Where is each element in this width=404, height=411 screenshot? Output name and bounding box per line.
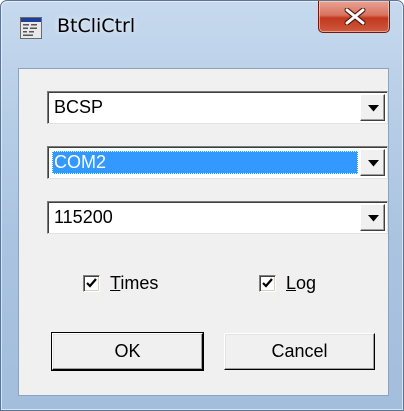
port-value: COM2 bbox=[52, 151, 358, 174]
chevron-down-icon bbox=[368, 160, 379, 167]
protocol-select[interactable]: BCSP bbox=[47, 91, 388, 124]
checkmark-icon bbox=[262, 278, 273, 288]
log-checkbox-box[interactable] bbox=[259, 275, 276, 292]
baud-rate-value: 115200 bbox=[54, 207, 113, 227]
times-checkbox[interactable]: Times bbox=[83, 273, 203, 295]
port-dropdown-button[interactable] bbox=[360, 149, 385, 176]
close-button[interactable] bbox=[318, 1, 390, 33]
dialog-client-area: BCSP COM2 115200 Times Log OK Cancel bbox=[18, 68, 389, 396]
log-checkbox[interactable]: Log bbox=[259, 273, 359, 295]
checkmark-icon bbox=[86, 278, 97, 288]
times-checkbox-box[interactable] bbox=[83, 275, 100, 292]
port-select[interactable]: COM2 bbox=[47, 146, 388, 179]
protocol-dropdown-button[interactable] bbox=[360, 94, 385, 121]
window-title: BtCliCtrl bbox=[57, 15, 136, 37]
title-bar[interactable]: BtCliCtrl bbox=[1, 1, 403, 53]
protocol-value: BCSP bbox=[54, 97, 104, 117]
app-icon bbox=[20, 17, 42, 39]
times-label: Times bbox=[110, 273, 159, 293]
chevron-down-icon bbox=[368, 215, 379, 222]
dialog-window: BtCliCtrl BCSP COM2 115200 Times Log OK … bbox=[0, 0, 404, 411]
baud-rate-dropdown-button[interactable] bbox=[360, 204, 385, 231]
close-x-icon bbox=[344, 8, 366, 25]
ok-button[interactable]: OK bbox=[51, 332, 204, 371]
chevron-down-icon bbox=[368, 105, 379, 112]
log-label: Log bbox=[286, 273, 317, 293]
cancel-button[interactable]: Cancel bbox=[224, 333, 375, 370]
baud-rate-select[interactable]: 115200 bbox=[47, 201, 388, 234]
